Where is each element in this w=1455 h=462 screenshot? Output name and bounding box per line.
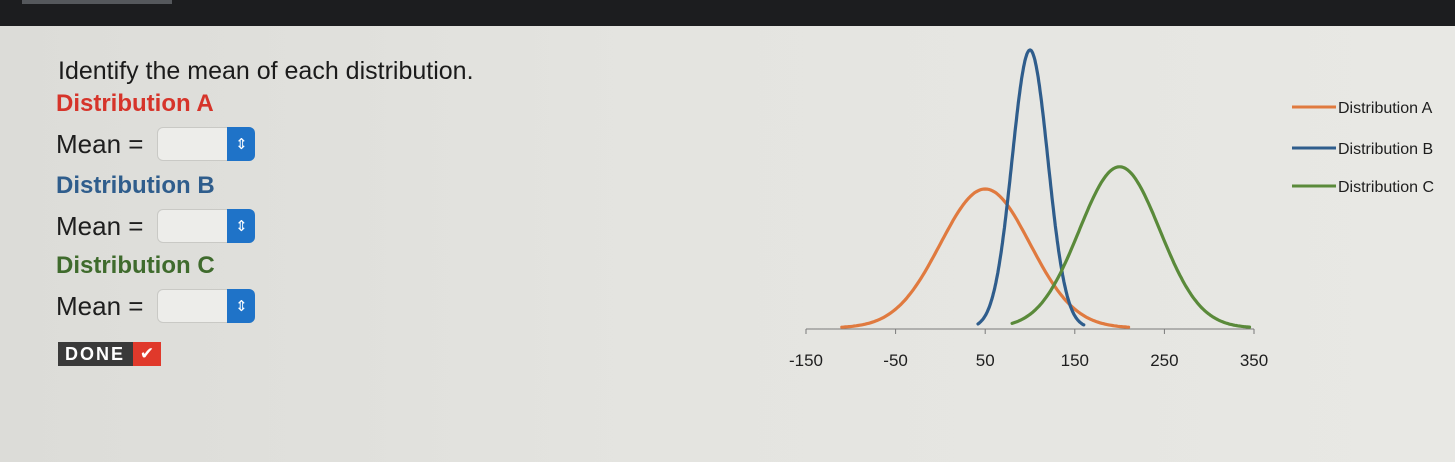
x-tick-label: 150 xyxy=(1061,351,1089,370)
x-tick-label: 350 xyxy=(1240,351,1268,370)
legend-label: Distribution A xyxy=(1338,100,1433,117)
curve-distribution-a xyxy=(840,187,1131,329)
curve-distribution-c xyxy=(1010,165,1252,329)
x-tick-label: -150 xyxy=(789,351,823,370)
legend-label: Distribution C xyxy=(1338,179,1434,196)
legend-label: Distribution B xyxy=(1338,141,1433,158)
curve-distribution-b xyxy=(976,48,1086,327)
x-tick-label: 50 xyxy=(976,351,995,370)
x-tick-label: -50 xyxy=(883,351,908,370)
normal-distributions-chart: -150 -50 50 150 250 350 Distribution A Distribu… xyxy=(789,48,1434,370)
x-tick-label: 250 xyxy=(1150,351,1178,370)
